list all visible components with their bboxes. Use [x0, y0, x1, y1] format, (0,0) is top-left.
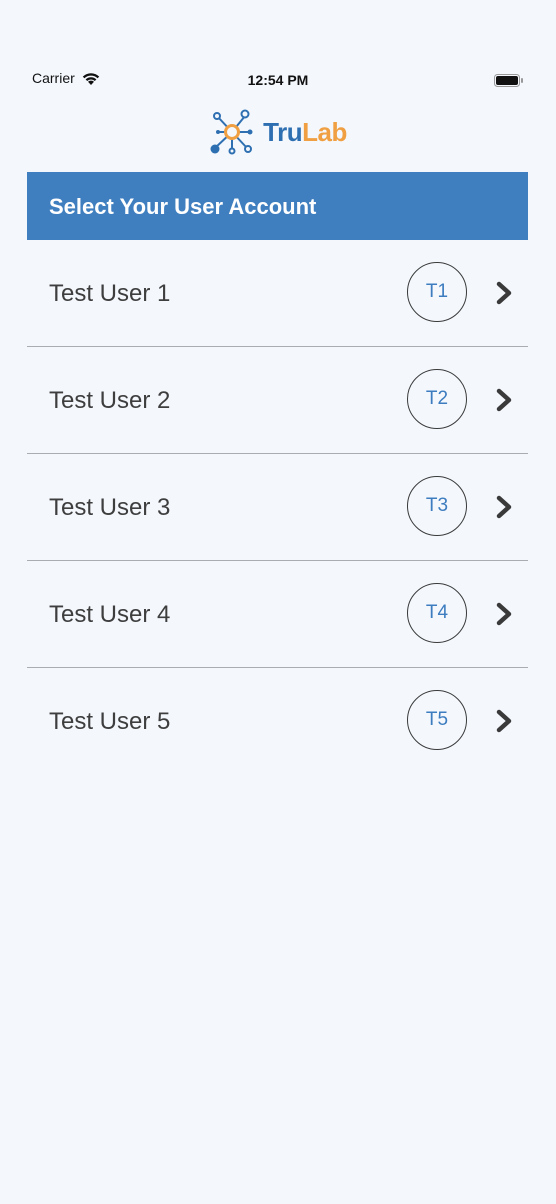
user-avatar: T2 — [407, 369, 467, 429]
trulab-logo: TruLab — [0, 108, 556, 156]
battery-icon — [494, 74, 523, 87]
status-bar: Carrier 12:54 PM — [0, 70, 556, 94]
logo-text-lab: Lab — [302, 116, 347, 147]
user-avatar: T5 — [407, 690, 467, 750]
section-header: Select Your User Account — [27, 172, 528, 240]
user-avatar: T3 — [407, 476, 467, 536]
user-row-3[interactable]: Test User 3 T3 — [27, 454, 528, 561]
user-avatar: T1 — [407, 262, 467, 322]
chevron-right-icon — [496, 495, 512, 519]
user-name: Test User 2 — [49, 387, 171, 414]
user-name: Test User 5 — [49, 708, 171, 735]
user-avatar: T4 — [407, 583, 467, 643]
chevron-right-icon — [496, 388, 512, 412]
page-title: Select Your User Account — [49, 194, 317, 219]
user-account-list: Test User 1 T1 Test User 2 T2 Test User … — [27, 240, 528, 774]
chevron-right-icon — [496, 709, 512, 733]
user-name: Test User 1 — [49, 280, 171, 307]
molecule-logo-icon — [210, 109, 253, 155]
chevron-right-icon — [496, 281, 512, 305]
logo-text-tru: Tru — [263, 116, 303, 147]
user-name: Test User 4 — [49, 601, 171, 628]
user-row-2[interactable]: Test User 2 T2 — [27, 347, 528, 454]
user-row-4[interactable]: Test User 4 T4 — [27, 561, 528, 668]
user-row-5[interactable]: Test User 5 T5 — [27, 668, 528, 774]
logo-wordmark: TruLab — [263, 117, 347, 148]
chevron-right-icon — [496, 602, 512, 626]
clock: 12:54 PM — [247, 72, 309, 88]
user-name: Test User 3 — [49, 494, 171, 521]
user-row-1[interactable]: Test User 1 T1 — [27, 240, 528, 347]
